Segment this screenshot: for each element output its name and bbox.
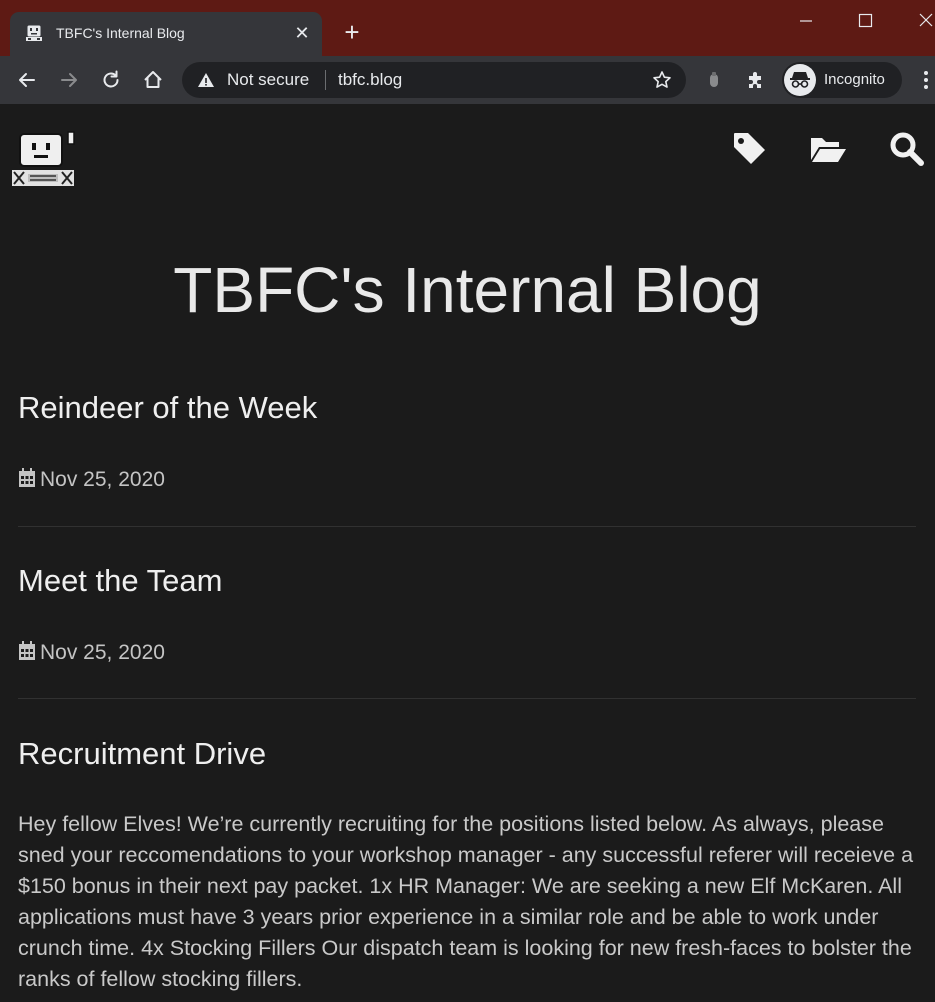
puzzle-icon[interactable]: [745, 69, 767, 91]
web-page: TBFC's Internal Blog Reindeer of the Wee…: [0, 104, 935, 1002]
extension-icon[interactable]: [703, 69, 725, 91]
search-icon[interactable]: [888, 130, 926, 168]
close-icon[interactable]: [912, 6, 935, 36]
post-title-recruitment-drive[interactable]: Recruitment Drive: [18, 736, 266, 772]
address-bar[interactable]: Not secure tbfc.blog: [182, 62, 686, 98]
star-icon[interactable]: [652, 70, 672, 90]
menu-dots-icon[interactable]: [918, 69, 934, 91]
site-title: TBFC's Internal Blog: [173, 254, 762, 326]
browser-tab[interactable]: TBFC's Internal Blog ✕: [10, 12, 322, 56]
forward-arrow-icon[interactable]: [58, 69, 80, 91]
browser-toolbar: Not secure tbfc.blog Incognito: [0, 56, 935, 104]
back-arrow-icon[interactable]: [16, 69, 38, 91]
incognito-profile-button[interactable]: Incognito: [782, 62, 902, 98]
folder-open-icon[interactable]: [809, 130, 847, 168]
browser-titlebar: TBFC's Internal Blog ✕ +: [0, 0, 935, 56]
post-title-meet-the-team[interactable]: Meet the Team: [18, 563, 222, 599]
post-excerpt: Hey fellow Elves! We’re currently recrui…: [18, 812, 914, 991]
tab-close-icon[interactable]: ✕: [294, 23, 310, 43]
maximize-icon[interactable]: [850, 6, 880, 36]
minimize-icon[interactable]: [791, 6, 821, 36]
post-date-text: Nov 25, 2020: [40, 641, 165, 664]
incognito-label: Incognito: [824, 71, 885, 88]
warning-icon[interactable]: [197, 71, 215, 89]
incognito-icon: [784, 64, 816, 96]
calendar-icon: [19, 641, 35, 660]
url-text[interactable]: tbfc.blog: [338, 70, 402, 90]
post-divider: [18, 526, 916, 527]
tag-icon[interactable]: [731, 130, 769, 168]
site-favicon-icon: [26, 24, 42, 41]
post-date-text: Nov 25, 2020: [40, 468, 165, 491]
site-logo[interactable]: [10, 130, 78, 192]
post-divider: [18, 698, 916, 699]
post-date: Nov 25, 2020: [18, 640, 165, 666]
home-icon[interactable]: [142, 69, 164, 91]
tab-title: TBFC's Internal Blog: [56, 25, 185, 41]
calendar-icon: [19, 468, 35, 487]
post-title-reindeer-of-the-week[interactable]: Reindeer of the Week: [18, 390, 317, 426]
security-label[interactable]: Not secure: [227, 70, 309, 90]
omnibox-divider: [325, 70, 326, 90]
new-tab-icon[interactable]: +: [340, 19, 364, 45]
post-date: Nov 25, 2020: [18, 467, 165, 493]
reload-icon[interactable]: [100, 69, 122, 91]
